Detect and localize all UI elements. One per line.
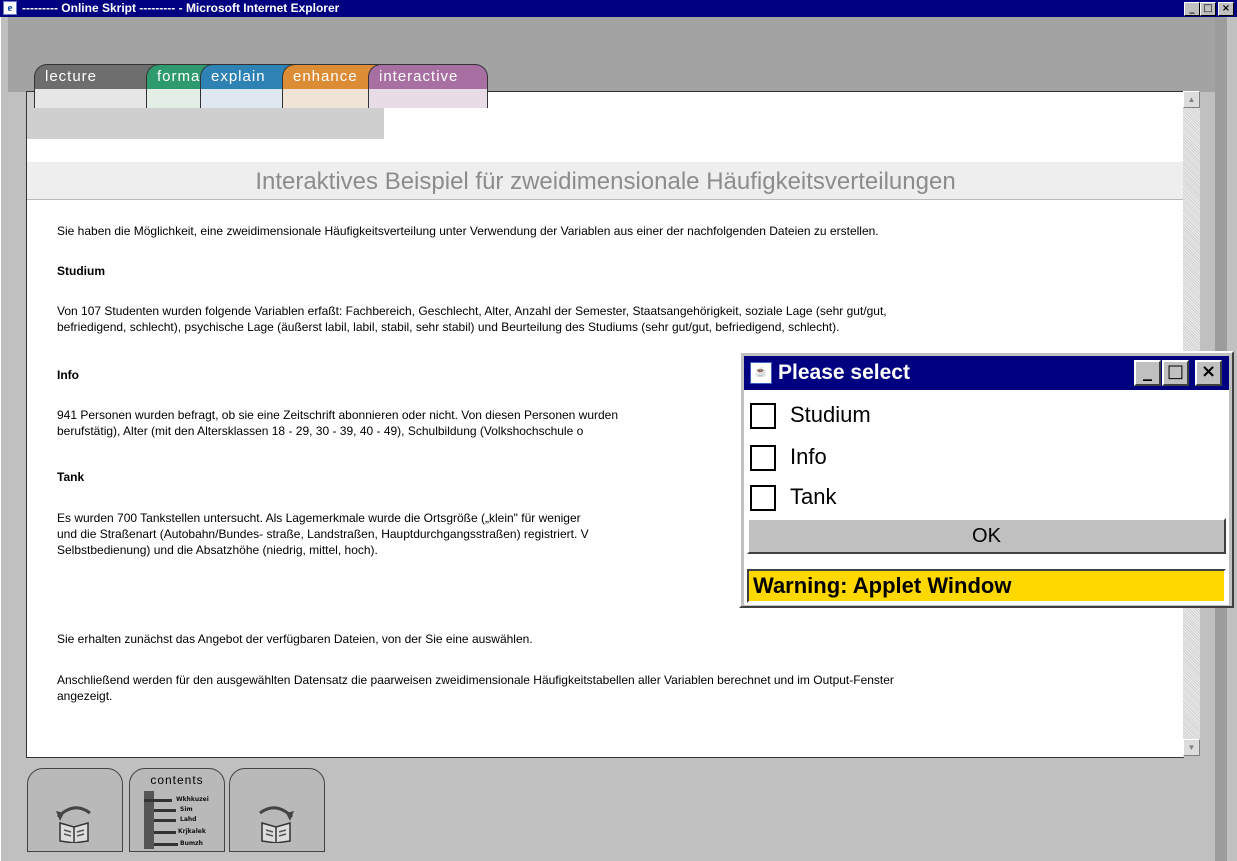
tab-strip: lecture format explain enhance interacti… <box>8 17 1215 108</box>
outro-text: Sie erhalten zunächst das Angebot der ve… <box>57 632 533 646</box>
outro-text-line: Anschließend werden für den ausgewählten… <box>57 673 894 687</box>
maximize-button[interactable]: □ <box>1200 2 1216 16</box>
contents-label: contents <box>150 773 204 787</box>
applet-dialog: ☕ Please select _ □ × Studium Info Tank … <box>739 351 1234 608</box>
section-text-line: befriedigend, schlecht), psychische Lage… <box>57 320 840 334</box>
scroll-up-button[interactable]: ▲ <box>1183 91 1200 108</box>
dialog-body: Studium Info Tank OK Warning: Applet Win… <box>744 390 1229 605</box>
option-info[interactable]: Info <box>750 442 1150 474</box>
tab-label: format <box>157 68 206 85</box>
section-text-line: Von 107 Studenten wurden folgende Variab… <box>57 304 887 318</box>
tree-item-label: Bumzh <box>180 840 203 847</box>
tree-item-label: Wkhkuzei <box>176 796 209 803</box>
book-back-arrow-icon <box>56 806 91 843</box>
tab-label: interactive <box>379 68 459 85</box>
checkbox[interactable] <box>750 403 776 429</box>
dialog-maximize-button[interactable]: □ <box>1162 360 1189 386</box>
checkbox[interactable] <box>750 445 776 471</box>
ok-button[interactable]: OK <box>747 518 1226 554</box>
intro-text: Sie haben die Möglichkeit, eine zweidime… <box>57 224 879 238</box>
dialog-minimize-button[interactable]: _ <box>1134 360 1161 386</box>
tree-item-label: Sim <box>180 806 193 813</box>
option-label: Tank <box>790 484 837 509</box>
applet-warning-banner: Warning: Applet Window <box>747 569 1226 603</box>
option-label: Studium <box>790 402 871 427</box>
tree-item-label: Krjkalek <box>178 828 206 835</box>
tab-interactive[interactable]: interactive <box>368 64 488 108</box>
book-forward-arrow-icon <box>259 806 294 843</box>
option-studium[interactable]: Studium <box>750 400 1150 432</box>
option-label: Info <box>790 444 827 469</box>
scroll-down-button[interactable]: ▼ <box>1183 739 1200 756</box>
forward-button[interactable] <box>229 768 325 852</box>
java-cup-icon: ☕ <box>750 362 772 384</box>
ie-titlebar: e --------- Online Skript --------- - Mi… <box>0 0 1237 17</box>
tab-label: enhance <box>293 68 358 85</box>
option-tank[interactable]: Tank <box>750 482 1150 514</box>
dialog-titlebar[interactable]: ☕ Please select _ □ × <box>744 356 1229 390</box>
outro-text-line: angezeigt. <box>57 689 113 703</box>
tab-label: lecture <box>45 68 98 85</box>
window-frame-left <box>0 17 8 861</box>
tree-item-label: Lahd <box>180 816 197 823</box>
ie-icon: e <box>3 1 17 15</box>
page-title: Interaktives Beispiel für zweidimensiona… <box>255 168 956 195</box>
window-title: --------- Online Skript --------- - Micr… <box>22 1 340 15</box>
tab-label: explain <box>211 68 266 85</box>
minimize-button[interactable]: _ <box>1184 2 1200 16</box>
checkbox[interactable] <box>750 485 776 511</box>
close-button[interactable]: × <box>1218 2 1234 16</box>
section-title-studium: Studium <box>57 264 105 278</box>
dialog-close-button[interactable]: × <box>1195 360 1222 386</box>
back-button[interactable] <box>27 768 123 852</box>
contents-button[interactable]: contents Wkhkuzei Sim Lahd Krjkalek Bumz… <box>129 768 225 852</box>
dialog-title: Please select <box>778 361 910 384</box>
